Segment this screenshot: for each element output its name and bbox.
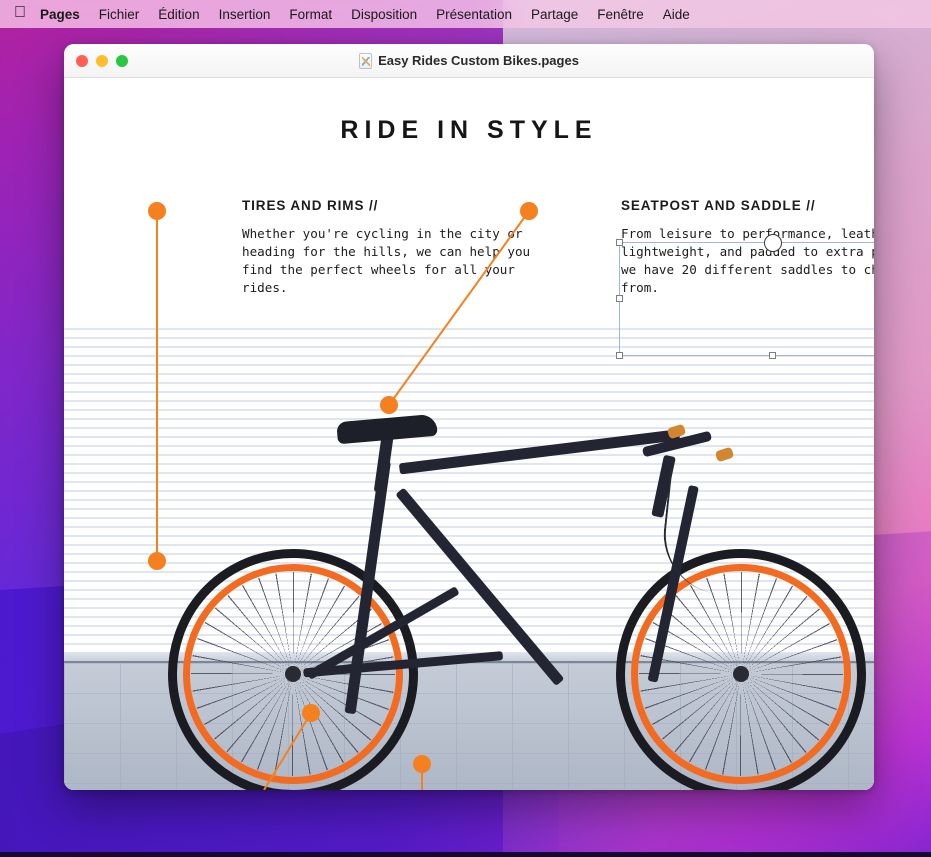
text-block-body: Whether you're cycling in the city or he… [242, 226, 531, 295]
zoom-button[interactable] [116, 54, 128, 67]
apple-menu-icon[interactable]:  [14, 5, 26, 21]
page-title: RIDE IN STYLE [340, 116, 598, 144]
menu-item-pages[interactable]: Pages [40, 7, 80, 22]
menu-item-edition[interactable]: Édition [158, 7, 199, 22]
text-block-heading: TIRES AND RIMS // [242, 198, 379, 213]
menu-item-format[interactable]: Format [289, 7, 332, 22]
rotation-handle[interactable] [763, 234, 782, 252]
menu-item-insertion[interactable]: Insertion [219, 7, 271, 22]
document-canvas[interactable]: RIDE IN STYLE TIRES AND RIMS // Whether … [64, 78, 874, 790]
menu-item-aide[interactable]: Aide [663, 7, 690, 22]
callout-dot-tires-heading[interactable] [148, 202, 166, 220]
pages-document-icon [359, 52, 373, 69]
menu-item-disposition[interactable]: Disposition [351, 7, 417, 22]
front-hub [733, 666, 749, 682]
traffic-lights [64, 54, 128, 67]
window-title-bar[interactable]: Easy Rides Custom Bikes.pages [64, 44, 874, 78]
resize-handle-top-left[interactable] [616, 239, 623, 246]
window-title-text: Easy Rides Custom Bikes.pages [378, 53, 579, 68]
bicycle-photo[interactable] [64, 321, 874, 790]
resize-handle-middle-left[interactable] [616, 295, 623, 302]
menu-bar:  Pages Fichier Édition Insertion Format… [0, 0, 931, 28]
menu-item-fenetre[interactable]: Fenêtre [597, 7, 644, 22]
rear-hub [285, 666, 301, 682]
pages-window: Easy Rides Custom Bikes.pages RIDE IN ST… [64, 44, 874, 790]
resize-handle-bottom-left[interactable] [616, 352, 623, 359]
wallpaper-bottom-edge [0, 852, 931, 857]
resize-handle-bottom-middle[interactable] [768, 352, 776, 359]
menu-item-presentation[interactable]: Présentation [436, 7, 512, 22]
menu-item-partage[interactable]: Partage [531, 7, 578, 22]
minimize-button[interactable] [96, 54, 108, 67]
close-button[interactable] [76, 54, 88, 67]
selection-frame [616, 234, 874, 359]
menu-item-fichier[interactable]: Fichier [99, 7, 140, 22]
text-block-tires-and-rims[interactable]: TIRES AND RIMS // Whether you're cycling… [242, 198, 542, 297]
window-title: Easy Rides Custom Bikes.pages [64, 44, 874, 77]
text-block-heading: SEATPOST AND SADDLE // [621, 198, 816, 213]
